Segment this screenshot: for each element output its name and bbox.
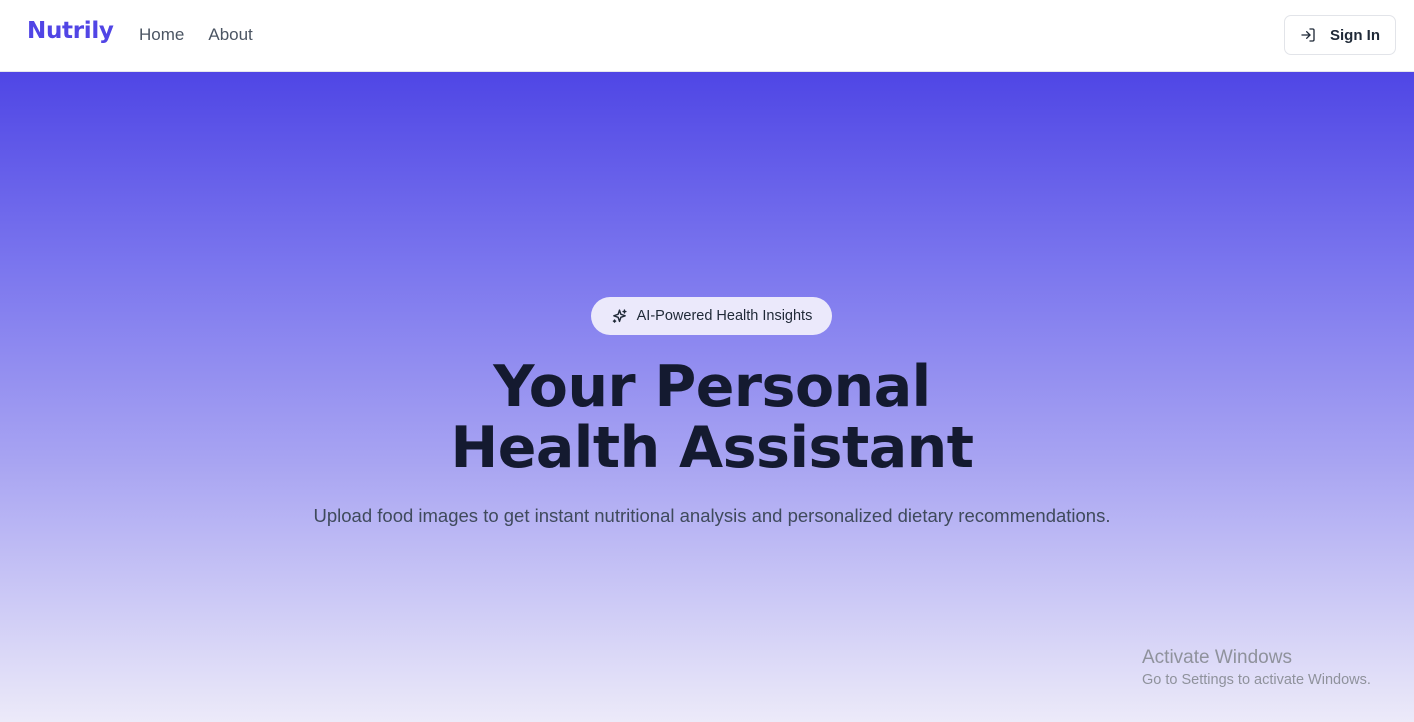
brand-logo[interactable]: Nutrily <box>27 18 114 44</box>
nav-link-home[interactable]: Home <box>139 25 184 45</box>
watermark-subtitle: Go to Settings to activate Windows. <box>1142 672 1371 688</box>
nav-link-about[interactable]: About <box>208 25 252 45</box>
windows-activation-watermark: Activate Windows Go to Settings to activ… <box>1142 646 1402 690</box>
headline-line-2: Health Assistant <box>450 415 974 481</box>
sign-in-button[interactable]: Sign In <box>1284 15 1396 55</box>
ai-insights-badge: AI-Powered Health Insights <box>591 297 832 335</box>
hero-subtitle: Upload food images to get instant nutrit… <box>313 505 1111 526</box>
sign-in-icon <box>1300 27 1316 43</box>
headline-line-1: Your Personal <box>493 354 931 420</box>
hero-headline: Your Personal Health Assistant <box>357 357 1067 479</box>
badge-label: AI-Powered Health Insights <box>636 308 813 324</box>
sign-in-label: Sign In <box>1330 26 1380 44</box>
sparkles-icon <box>611 308 628 325</box>
watermark-title: Activate Windows <box>1142 647 1292 668</box>
hero-section: AI-Powered Health Insights Your Personal… <box>0 72 1414 722</box>
top-navbar: Nutrily Home About Sign In <box>0 0 1414 72</box>
main-nav: Home About <box>139 25 253 45</box>
